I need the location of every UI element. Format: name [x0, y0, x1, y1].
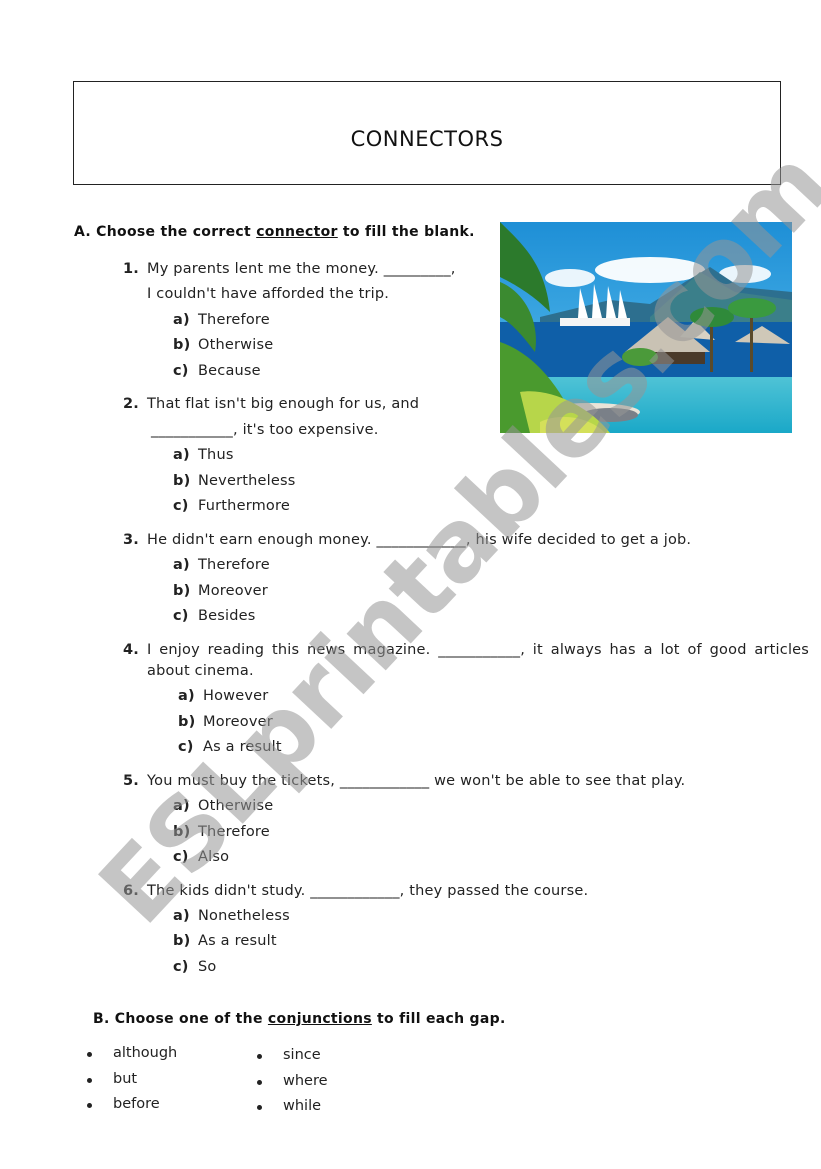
page-title: CONNECTORS — [350, 127, 504, 151]
option-3c[interactable]: c) Besides — [173, 608, 256, 624]
section-a-keyword: connector — [256, 224, 338, 240]
option-letter: c) — [173, 959, 189, 975]
section-a-prefix: A. Choose the correct — [74, 224, 257, 240]
option-text: Also — [198, 849, 230, 865]
option-2b[interactable]: b) Nevertheless — [173, 473, 296, 489]
section-a-suffix: to fill the blank. — [337, 224, 475, 240]
section-a-heading: A. Choose the correct connector to fill … — [74, 224, 475, 240]
conjunction-text: before — [113, 1096, 160, 1112]
option-3a[interactable]: a) Therefore — [173, 557, 270, 573]
option-text: Otherwise — [198, 798, 274, 814]
bullet-icon — [87, 1052, 92, 1057]
option-text: Besides — [198, 608, 256, 624]
question-3: 3. He didn't earn enough money. ________… — [123, 532, 723, 556]
option-letter: a) — [173, 798, 190, 814]
option-5b[interactable]: b) Therefore — [173, 824, 270, 840]
option-5a[interactable]: a) Otherwise — [173, 798, 273, 814]
question-text: I enjoy reading this news magazine. ____… — [147, 642, 810, 658]
option-letter: b) — [173, 824, 191, 840]
question-6: 6. The kids didn't study. ____________, … — [123, 883, 643, 907]
option-letter: a) — [173, 557, 190, 573]
option-letter: c) — [173, 608, 189, 624]
option-text: Moreover — [198, 583, 268, 599]
option-letter: a) — [173, 447, 190, 463]
option-letter: a) — [173, 908, 190, 924]
question-number: 2. — [123, 396, 139, 412]
title-box: CONNECTORS — [73, 81, 781, 185]
option-text: However — [203, 688, 269, 704]
question-number: 6. — [123, 883, 139, 899]
option-6c[interactable]: c) So — [173, 959, 216, 975]
question-text: I couldn't have afforded the trip. — [147, 286, 390, 302]
option-6a[interactable]: a) Nonetheless — [173, 908, 290, 924]
conjunction-text: although — [113, 1045, 178, 1061]
question-text: That flat isn't big enough for us, and — [147, 396, 420, 412]
option-4a[interactable]: a) However — [178, 688, 268, 704]
option-letter: a) — [173, 312, 190, 328]
conjunction-text: since — [283, 1047, 321, 1063]
option-letter: b) — [178, 714, 196, 730]
option-letter: b) — [173, 337, 191, 353]
question-number: 5. — [123, 773, 139, 789]
option-3b[interactable]: b) Moreover — [173, 583, 268, 599]
section-b-prefix: B. Choose one of the — [93, 1011, 268, 1027]
option-text: Therefore — [198, 312, 270, 328]
option-text: Otherwise — [198, 337, 274, 353]
section-b-suffix: to fill each gap. — [371, 1011, 506, 1027]
option-2c[interactable]: c) Furthermore — [173, 498, 290, 514]
bullet-icon — [257, 1105, 262, 1110]
option-text: So — [198, 959, 217, 975]
section-b-heading: B. Choose one of the conjunctions to fil… — [93, 1011, 506, 1027]
option-letter: b) — [173, 583, 191, 599]
bullet-icon — [257, 1054, 262, 1059]
option-text: Because — [198, 363, 261, 379]
question-4: 4. I enjoy reading this news magazine. _… — [123, 642, 809, 692]
option-letter: b) — [173, 933, 191, 949]
option-letter: c) — [178, 739, 194, 755]
question-number: 4. — [123, 642, 139, 658]
question-number: 1. — [123, 261, 139, 277]
option-text: Nonetheless — [198, 908, 290, 924]
option-1c[interactable]: c) Because — [173, 363, 261, 379]
option-5c[interactable]: c) Also — [173, 849, 229, 865]
option-letter: c) — [173, 849, 189, 865]
option-letter: a) — [178, 688, 195, 704]
option-text: As a result — [203, 739, 282, 755]
conjunction-text: where — [283, 1073, 328, 1089]
question-text: ___________, it's too expensive. — [151, 422, 379, 438]
section-b-keyword: conjunctions — [267, 1011, 372, 1027]
option-text: Moreover — [203, 714, 273, 730]
question-text: You must buy the tickets, ____________ w… — [147, 773, 686, 789]
option-1a[interactable]: a) Therefore — [173, 312, 270, 328]
worksheet-page: CONNECTORS A. Choose the correct connect… — [0, 0, 821, 1169]
question-number: 3. — [123, 532, 139, 548]
option-text: Furthermore — [198, 498, 290, 514]
bullet-icon — [257, 1080, 262, 1085]
option-letter: c) — [173, 498, 189, 514]
option-text: Therefore — [198, 557, 270, 573]
question-text: The kids didn't study. ____________, the… — [147, 883, 589, 899]
bullet-icon — [87, 1078, 92, 1083]
option-1b[interactable]: b) Otherwise — [173, 337, 273, 353]
question-text: He didn't earn enough money. ___________… — [147, 532, 692, 548]
option-4c[interactable]: c) As a result — [178, 739, 282, 755]
question-text: about cinema. — [147, 663, 254, 679]
option-text: Therefore — [198, 824, 270, 840]
option-text: Nevertheless — [198, 473, 296, 489]
question-text: My parents lent me the money. _________, — [147, 261, 456, 277]
conjunction-text: while — [283, 1098, 322, 1114]
option-letter: c) — [173, 363, 189, 379]
option-text: As a result — [198, 933, 277, 949]
option-2a[interactable]: a) Thus — [173, 447, 234, 463]
bullet-icon — [87, 1103, 92, 1108]
option-text: Thus — [198, 447, 234, 463]
option-4b[interactable]: b) Moreover — [178, 714, 273, 730]
option-6b[interactable]: b) As a result — [173, 933, 277, 949]
tropical-resort-photo — [500, 222, 792, 433]
conjunction-text: but — [113, 1071, 138, 1087]
option-letter: b) — [173, 473, 191, 489]
question-5: 5. You must buy the tickets, ___________… — [123, 773, 723, 797]
